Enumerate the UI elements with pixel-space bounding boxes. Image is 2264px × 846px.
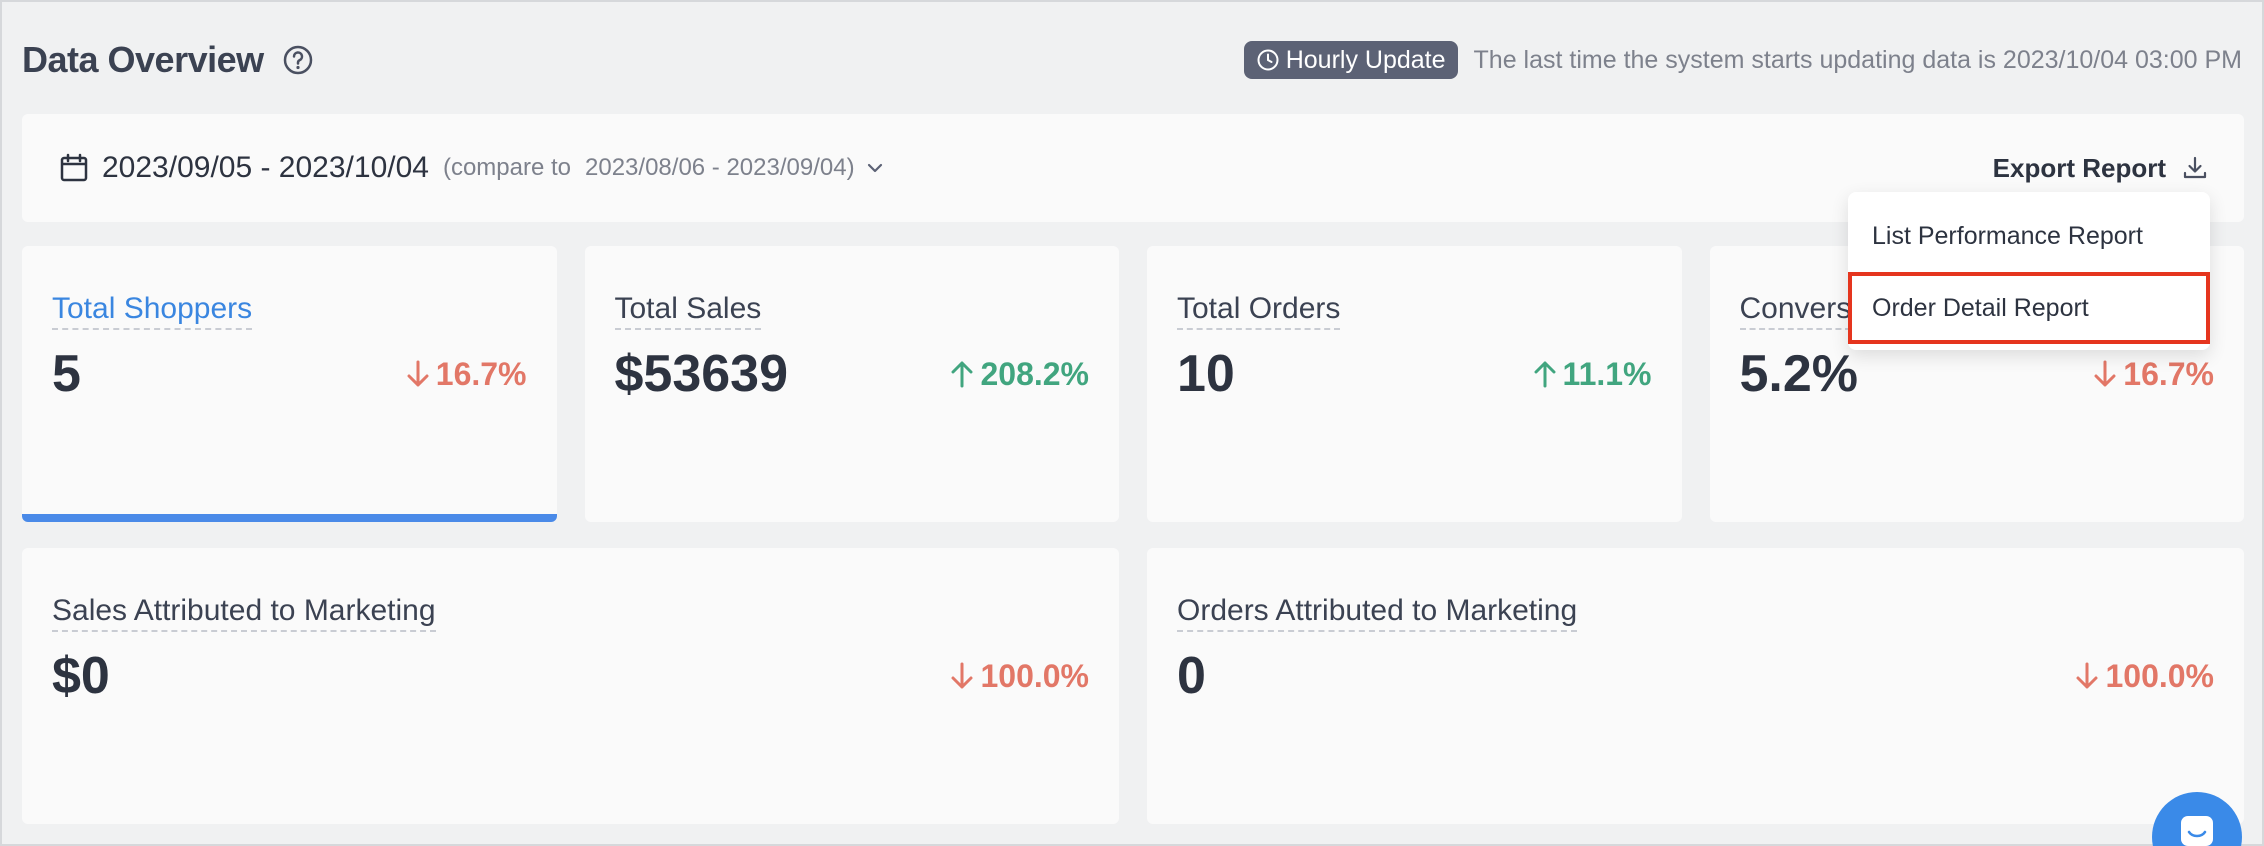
- page-title: Data Overview: [22, 39, 264, 80]
- active-card-indicator: [22, 514, 557, 522]
- page-header: Data Overview Hourly Update The last tim…: [22, 32, 2242, 88]
- metric-delta: 16.7%: [404, 356, 527, 393]
- metric-card-sales-marketing[interactable]: Sales Attributed to Marketing $0 100.0%: [22, 548, 1119, 824]
- metric-delta-value: 11.1%: [1562, 355, 1652, 392]
- metric-delta-value: 100.0%: [980, 657, 1089, 694]
- clock-icon: [1257, 49, 1279, 71]
- metric-value: $53639: [614, 345, 789, 403]
- metric-value: 0: [1177, 647, 1206, 705]
- export-report-menu: List Performance Report Order Detail Rep…: [1848, 192, 2210, 350]
- metric-label: Convers: [1739, 292, 1852, 330]
- download-icon: [2183, 156, 2207, 179]
- hourly-update-badge: Hourly Update: [1243, 41, 1458, 79]
- metric-label: Total Sales: [614, 292, 762, 330]
- help-icon[interactable]: [282, 44, 314, 76]
- metric-delta: 16.7%: [2091, 356, 2214, 393]
- hourly-update-label: Hourly Update: [1285, 45, 1446, 74]
- chat-icon: [2181, 816, 2213, 846]
- chevron-down-icon[interactable]: [865, 158, 885, 178]
- metric-value: 5: [52, 345, 81, 403]
- metric-value: 5.2%: [1739, 345, 1859, 403]
- metric-delta: 208.2%: [948, 356, 1089, 393]
- metric-value: $0: [52, 647, 110, 705]
- metric-delta-value: 16.7%: [2123, 355, 2214, 392]
- export-report-button[interactable]: Export Report: [1993, 153, 2208, 184]
- arrow-down-icon: [2094, 360, 2116, 387]
- arrow-up-icon: [951, 361, 973, 388]
- menu-item-order-detail-report[interactable]: Order Detail Report: [1848, 272, 2210, 344]
- arrow-down-icon: [2076, 662, 2098, 689]
- metric-label: Orders Attributed to Marketing: [1177, 594, 1578, 632]
- export-report-label: Export Report: [1992, 152, 2166, 183]
- calendar-icon[interactable]: [58, 152, 90, 184]
- metric-delta-value: 208.2%: [980, 355, 1089, 392]
- date-range-selector[interactable]: 2023/09/05 - 2023/10/04: [102, 151, 429, 185]
- metric-label: Total Orders: [1177, 292, 1341, 330]
- metric-delta: 11.1%: [1531, 356, 1652, 393]
- arrow-down-icon: [407, 360, 429, 387]
- menu-item-list-performance-report[interactable]: List Performance Report: [1848, 200, 2210, 272]
- arrow-up-icon: [1534, 361, 1556, 388]
- metric-delta-value: 16.7%: [435, 355, 527, 392]
- update-info: Hourly Update The last time the system s…: [1243, 41, 2242, 79]
- metric-delta: 100.0%: [2073, 658, 2214, 695]
- metric-card-total-sales[interactable]: Total Sales $53639 208.2%: [584, 246, 1119, 522]
- metric-card-total-shoppers[interactable]: Total Shoppers 5 16.7%: [22, 246, 557, 522]
- last-update-text: The last time the system starts updating…: [1473, 45, 2242, 74]
- compare-label: (compare to: [442, 154, 572, 181]
- metric-value: 10: [1177, 345, 1235, 403]
- metric-label: Sales Attributed to Marketing: [52, 594, 436, 632]
- metric-delta: 100.0%: [948, 658, 1089, 695]
- metric-card-total-orders[interactable]: Total Orders 10 11.1%: [1147, 246, 1682, 522]
- arrow-down-icon: [951, 662, 973, 689]
- marketing-metrics-row: Sales Attributed to Marketing $0 100.0% …: [22, 548, 2244, 824]
- metric-label: Total Shoppers: [52, 292, 253, 330]
- metric-card-orders-marketing[interactable]: Orders Attributed to Marketing 0 100.0%: [1147, 548, 2244, 824]
- compare-range[interactable]: 2023/08/06 - 2023/09/04): [585, 154, 855, 182]
- metric-delta-value: 100.0%: [2105, 657, 2214, 694]
